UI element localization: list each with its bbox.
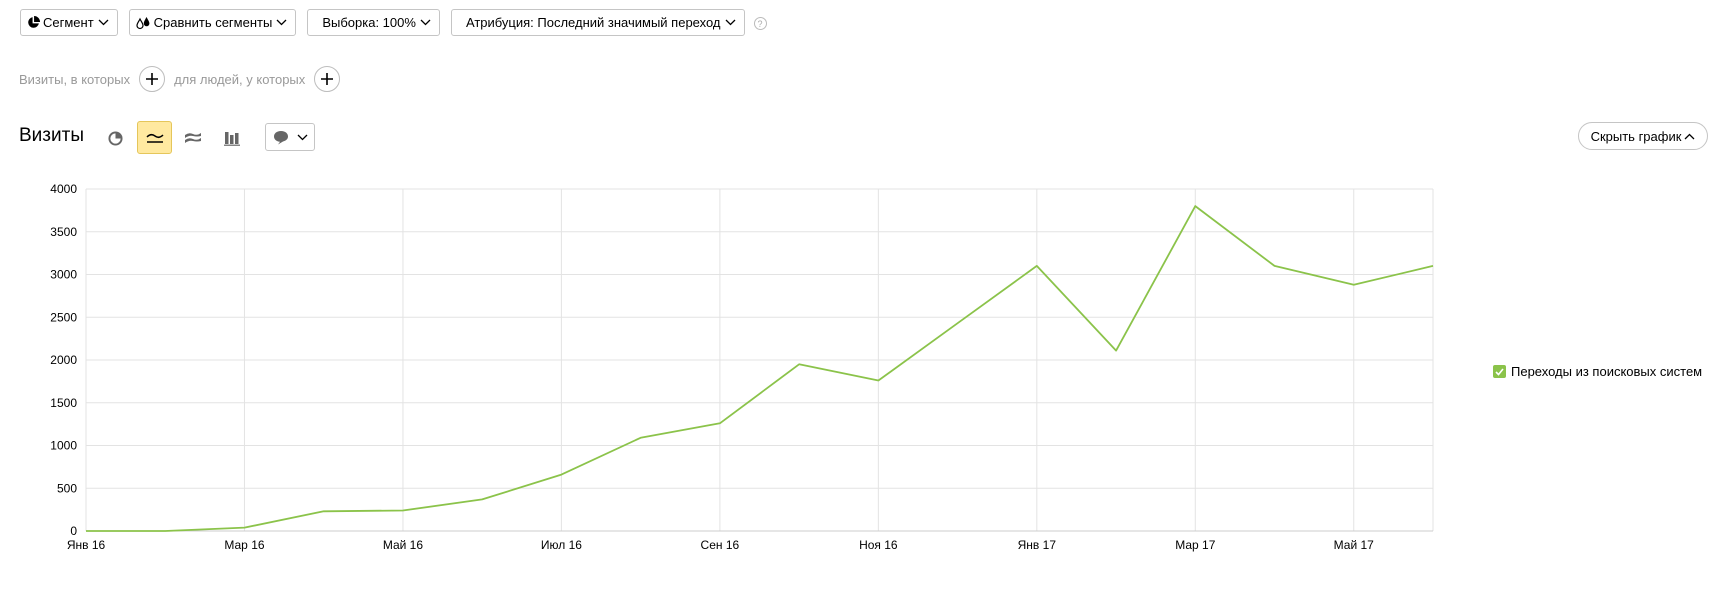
legend-checkbox[interactable] (1493, 365, 1506, 378)
attribution-label: Атрибуция: Последний значимый переход (465, 15, 721, 30)
series-line (86, 205, 1434, 532)
pie-view-button[interactable] (103, 126, 127, 150)
drops-icon (136, 16, 150, 29)
x-tick-label: Май 16 (383, 538, 424, 552)
segment-button[interactable]: Сегмент (20, 9, 118, 36)
line-view-button[interactable] (137, 121, 172, 154)
help-icon[interactable]: ? (753, 17, 767, 30)
hide-chart-label: Скрыть график (1590, 128, 1682, 144)
x-axis-ticks: Янв 16 Мар 16 Май 16 Июл 16 Сен 16 Ноя 16 Янв … (67, 538, 1374, 552)
y-tick-label: 3500 (50, 225, 77, 239)
bar-chart-icon (224, 131, 240, 146)
x-tick-label: Сен 16 (701, 538, 740, 552)
y-tick-label: 2500 (50, 310, 77, 324)
x-tick-label: Мар 17 (1175, 538, 1215, 552)
chevron-down-icon (297, 134, 307, 140)
visits-line-chart: 0 500 1000 1500 2000 2500 3000 3500 4000 Янв 16 М… (50, 182, 1434, 552)
chevron-down-icon (276, 19, 287, 26)
chart-series (86, 205, 1434, 532)
attribution-button[interactable]: Атрибуция: Последний значимый переход (450, 9, 745, 36)
chevron-down-icon (98, 19, 109, 26)
area-view-button[interactable] (181, 126, 205, 150)
plus-icon (146, 73, 159, 85)
chevron-up-icon (1684, 133, 1695, 139)
legend-series-name[interactable]: Переходы из поисковых систем (1511, 364, 1702, 379)
people-condition-label: для людей, у которых (174, 71, 306, 87)
segment-label: Сегмент (43, 15, 94, 30)
x-tick-label: Июл 16 (541, 538, 582, 552)
y-tick-label: 1500 (50, 396, 77, 410)
sample-label: Выборка: 100% (322, 15, 416, 30)
segment-filter-row: Визиты, в которых для людей, у которых (19, 66, 349, 92)
checkmark-icon (1495, 367, 1504, 376)
y-axis-ticks: 0 500 1000 1500 2000 2500 3000 3500 4000 (50, 182, 77, 538)
plus-icon (321, 73, 334, 85)
pie-segment-icon (28, 16, 40, 28)
x-tick-label: Ноя 16 (859, 538, 898, 552)
annotations-dropdown[interactable] (265, 123, 315, 151)
bar-view-button[interactable] (220, 126, 244, 150)
sample-button[interactable]: Выборка: 100% (307, 9, 440, 36)
toolbar: Сегмент Сравнить сегменты Выборка: 100% … (20, 9, 767, 36)
x-tick-label: Мар 16 (224, 538, 264, 552)
chart-legend: Переходы из поисковых систем (1493, 364, 1702, 379)
y-tick-label: 3000 (50, 268, 77, 282)
x-tick-label: Янв 17 (1018, 538, 1057, 552)
y-tick-label: 4000 (50, 182, 77, 196)
compare-segments-button[interactable]: Сравнить сегменты (128, 9, 297, 36)
pie-chart-icon (107, 130, 123, 146)
y-tick-label: 1000 (50, 439, 77, 453)
y-tick-label: 500 (57, 481, 77, 495)
y-tick-label: 2000 (50, 353, 77, 367)
chevron-down-icon (725, 19, 735, 26)
add-people-condition-button[interactable] (314, 66, 341, 92)
x-tick-label: Янв 16 (67, 538, 106, 552)
chevron-down-icon (420, 19, 431, 26)
chart-grid (85, 188, 1434, 532)
section-title: Визиты (19, 125, 84, 146)
line-chart-icon (145, 133, 164, 143)
compare-label: Сравнить сегменты (153, 15, 273, 30)
x-tick-label: Май 17 (1334, 538, 1375, 552)
stacked-area-icon (185, 133, 201, 143)
visits-condition-label: Визиты, в которых (19, 71, 131, 87)
comment-icon (273, 130, 288, 144)
add-visit-condition-button[interactable] (139, 66, 166, 92)
hide-chart-button[interactable]: Скрыть график (1578, 122, 1708, 150)
y-tick-label: 0 (70, 524, 77, 538)
